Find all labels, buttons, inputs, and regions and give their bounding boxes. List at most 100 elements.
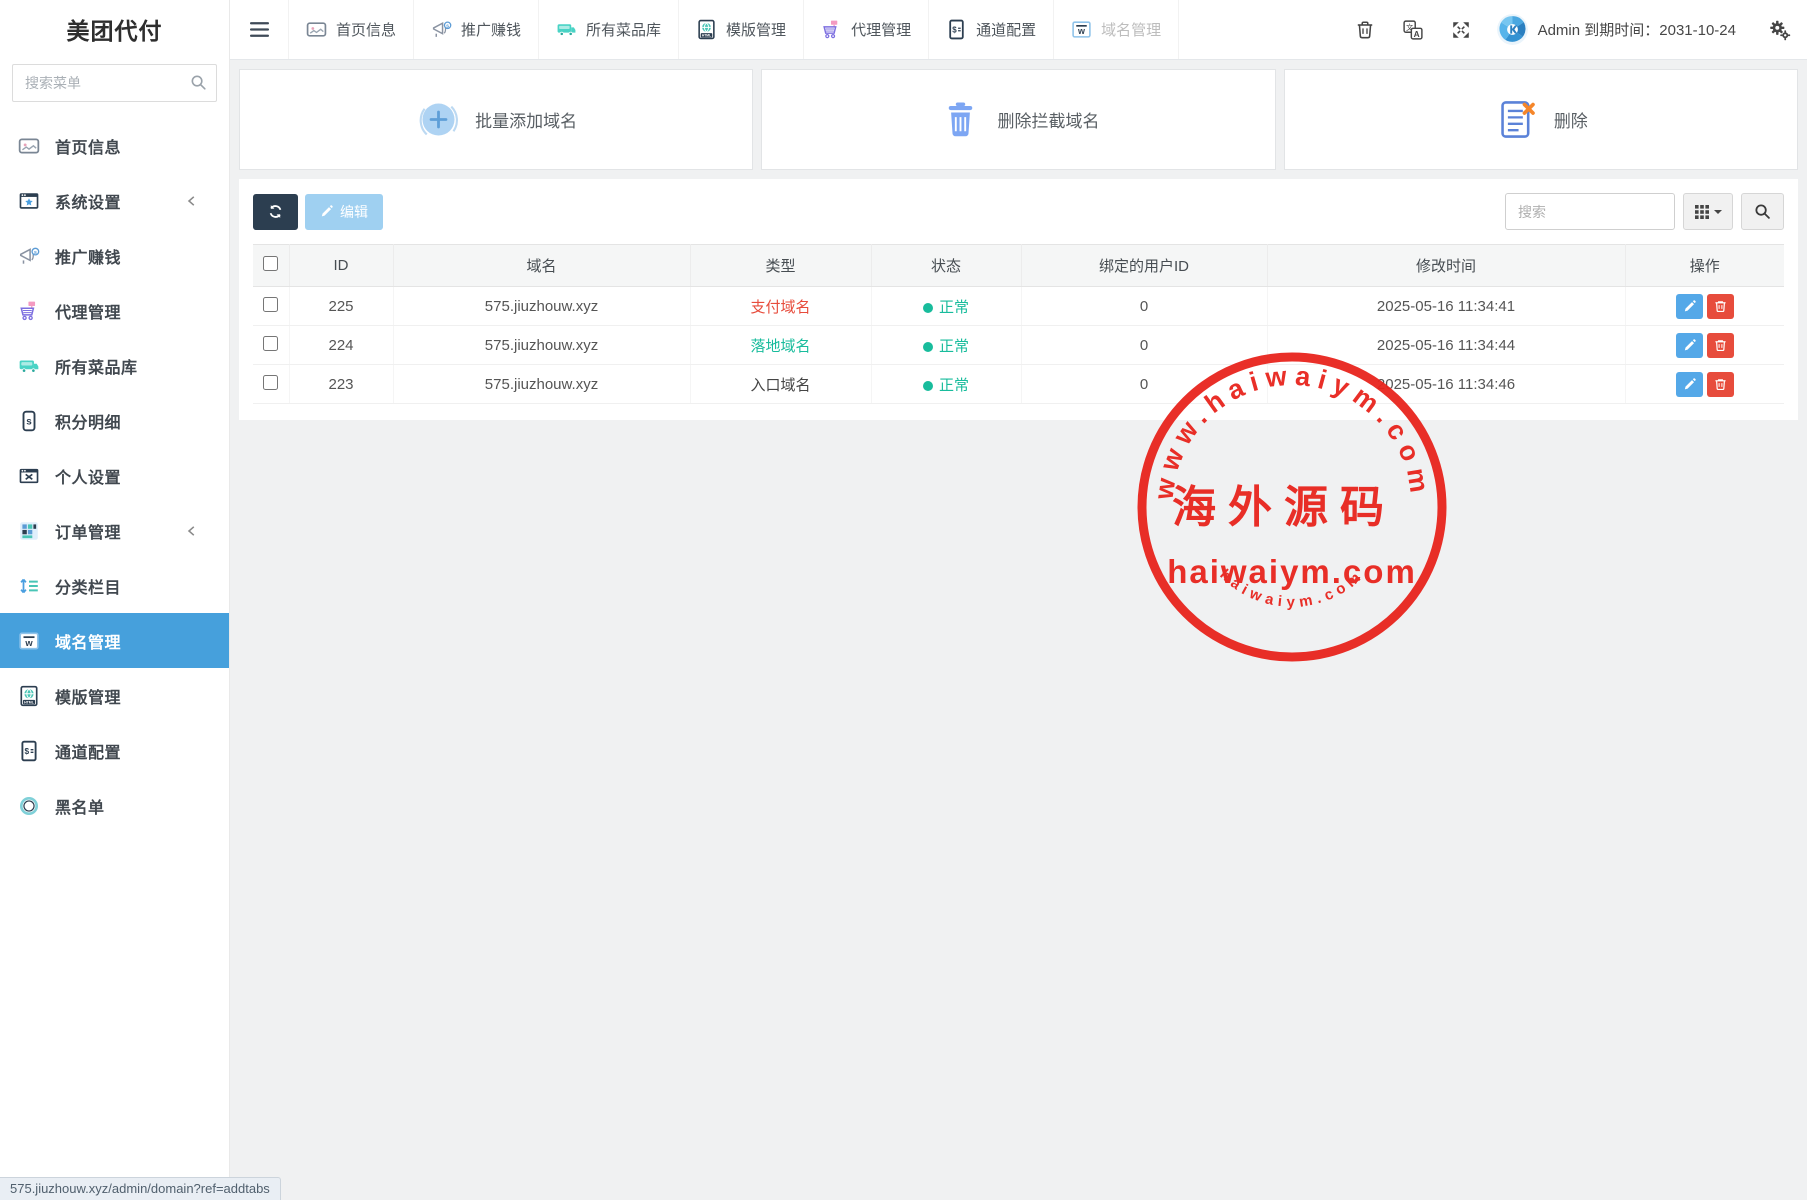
home-image-icon xyxy=(18,135,40,157)
sidebar-item-points-receipt[interactable]: s积分明细 xyxy=(0,393,229,448)
menu-toggle-button[interactable] xyxy=(230,0,288,59)
blacklist-icon xyxy=(18,795,40,817)
translate-icon[interactable]: 文A xyxy=(1403,20,1423,40)
tab-channel-config[interactable]: $通道配置 xyxy=(928,0,1053,59)
agent-cart-icon xyxy=(18,300,40,322)
sidebar-item-label: 首页信息 xyxy=(55,134,121,158)
columns-dropdown-button[interactable] xyxy=(1683,193,1733,230)
app-title: 美团代付 xyxy=(0,0,229,58)
tab-label: 模版管理 xyxy=(726,19,786,40)
cell-domain: 575.jiuzhouw.xyz xyxy=(393,326,690,365)
sidebar-item-label: 推广赚钱 xyxy=(55,244,121,268)
row-checkbox[interactable] xyxy=(263,297,278,312)
row-edit-button[interactable] xyxy=(1676,372,1703,397)
sidebar-item-label: 域名管理 xyxy=(55,629,121,653)
edit-button-label: 编辑 xyxy=(340,202,368,222)
trash-small-icon xyxy=(1714,339,1727,352)
sidebar-search xyxy=(12,64,217,102)
sidebar-item-label: 订单管理 xyxy=(55,519,121,543)
category-sort-icon xyxy=(18,575,40,597)
svg-text:w: w xyxy=(1077,26,1085,36)
sidebar-item-label: 通道配置 xyxy=(55,739,121,763)
sidebar-item-agent-cart[interactable]: 代理管理 xyxy=(0,283,229,338)
edit-button[interactable]: 编辑 xyxy=(305,194,383,230)
points-receipt-icon: s xyxy=(18,410,40,432)
svg-text:A: A xyxy=(1413,28,1419,38)
tab-agent-cart[interactable]: 代理管理 xyxy=(803,0,928,59)
sidebar-item-personal-settings[interactable]: 个人设置 xyxy=(0,448,229,503)
sidebar-item-home-image[interactable]: 首页信息 xyxy=(0,118,229,173)
megaphone-icon: s xyxy=(18,245,40,267)
search-icon xyxy=(190,74,207,91)
tab-home-image[interactable]: 首页信息 xyxy=(288,0,413,59)
sidebar-item-template-html[interactable]: HTML模版管理 xyxy=(0,668,229,723)
personal-settings-icon xyxy=(18,465,40,487)
avatar[interactable] xyxy=(1497,14,1528,45)
pencil-icon xyxy=(320,205,333,218)
tab-dishes-truck[interactable]: 所有菜品库 xyxy=(538,0,678,59)
table-body: 225575.jiuzhouw.xyz支付域名正常02025-05-16 11:… xyxy=(253,287,1784,404)
svg-text:w: w xyxy=(24,637,33,647)
row-checkbox[interactable] xyxy=(263,336,278,351)
trash-icon[interactable] xyxy=(1355,20,1375,40)
table-header-row: ID域名类型状态绑定的用户ID修改时间操作 xyxy=(253,245,1784,287)
refresh-button[interactable] xyxy=(253,194,298,230)
row-delete-button[interactable] xyxy=(1707,294,1734,319)
tab-label: 通道配置 xyxy=(976,19,1036,40)
cell-user-id: 0 xyxy=(1021,326,1267,365)
card-trash-blue[interactable]: 删除拦截域名 xyxy=(761,69,1275,170)
table-search-input[interactable] xyxy=(1505,193,1675,230)
sidebar-item-blacklist[interactable]: 黑名单 xyxy=(0,778,229,833)
domain-icon: w xyxy=(1071,19,1092,40)
table-panel: 编辑 xyxy=(239,179,1798,420)
system-settings-icon xyxy=(18,190,40,212)
app-window: 美团代付 首页信息系统设置s推广赚钱代理管理所有菜品库s积分明细个人设置订单管理… xyxy=(0,0,1807,1200)
gear-icon[interactable] xyxy=(1768,19,1791,41)
row-delete-button[interactable] xyxy=(1707,333,1734,358)
tab-domain[interactable]: w域名管理 xyxy=(1053,0,1179,59)
cell-ops xyxy=(1625,287,1784,326)
topbar: 首页信息s推广赚钱所有菜品库HTML模版管理代理管理$通道配置w域名管理 文A … xyxy=(230,0,1807,60)
trash-blue-icon xyxy=(937,96,984,143)
svg-text:s: s xyxy=(34,249,37,255)
sidebar-item-orders[interactable]: 订单管理 xyxy=(0,503,229,558)
refresh-icon xyxy=(268,204,283,219)
fullscreen-icon[interactable] xyxy=(1451,20,1471,40)
row-edit-button[interactable] xyxy=(1676,294,1703,319)
row-checkbox[interactable] xyxy=(263,375,278,390)
search-submit-button[interactable] xyxy=(1741,193,1784,230)
sidebar-item-domain[interactable]: w 域名管理 xyxy=(0,613,229,668)
sidebar-item-category-sort[interactable]: 分类栏目 xyxy=(0,558,229,613)
tab-megaphone[interactable]: s推广赚钱 xyxy=(413,0,538,59)
tab-label: 代理管理 xyxy=(851,19,911,40)
card-doc-remove[interactable]: 删除 xyxy=(1284,69,1798,170)
orders-icon xyxy=(18,520,40,542)
status-dot-icon xyxy=(923,303,933,313)
sidebar-search-input[interactable] xyxy=(12,64,217,102)
cell-ops xyxy=(1625,365,1784,404)
sidebar-item-channel-config[interactable]: $通道配置 xyxy=(0,723,229,778)
trash-small-icon xyxy=(1714,378,1727,391)
cell-user-id: 0 xyxy=(1021,365,1267,404)
home-image-icon xyxy=(306,19,327,40)
sidebar-item-label: 个人设置 xyxy=(55,464,121,488)
select-all-checkbox[interactable] xyxy=(263,256,278,271)
tab-template-html[interactable]: HTML模版管理 xyxy=(678,0,803,59)
cell-id: 225 xyxy=(289,287,393,326)
row-edit-button[interactable] xyxy=(1676,333,1703,358)
svg-text:HTML: HTML xyxy=(24,700,35,704)
sidebar-menu: 首页信息系统设置s推广赚钱代理管理所有菜品库s积分明细个人设置订单管理分类栏目w… xyxy=(0,118,229,833)
sidebar-item-system-settings[interactable]: 系统设置 xyxy=(0,173,229,228)
sidebar: 美团代付 首页信息系统设置 s 推广赚钱代理管理所有菜品库s积分明细个人设置订单管理… xyxy=(0,0,230,1200)
circle-plus-icon xyxy=(415,96,462,143)
cell-time: 2025-05-16 11:34:46 xyxy=(1267,365,1625,404)
admin-expiry-text[interactable]: Admin 到期时间：2031-10-24 xyxy=(1538,19,1736,40)
table-row: 223575.jiuzhouw.xyz入口域名正常02025-05-16 11:… xyxy=(253,365,1784,404)
dishes-truck-icon xyxy=(556,19,577,40)
cell-domain: 575.jiuzhouw.xyz xyxy=(393,287,690,326)
sidebar-item-dishes-truck[interactable]: 所有菜品库 xyxy=(0,338,229,393)
card-label: 删除拦截域名 xyxy=(997,107,1099,132)
row-delete-button[interactable] xyxy=(1707,372,1734,397)
card-circle-plus[interactable]: 批量添加域名 xyxy=(239,69,753,170)
sidebar-item-megaphone[interactable]: s 推广赚钱 xyxy=(0,228,229,283)
